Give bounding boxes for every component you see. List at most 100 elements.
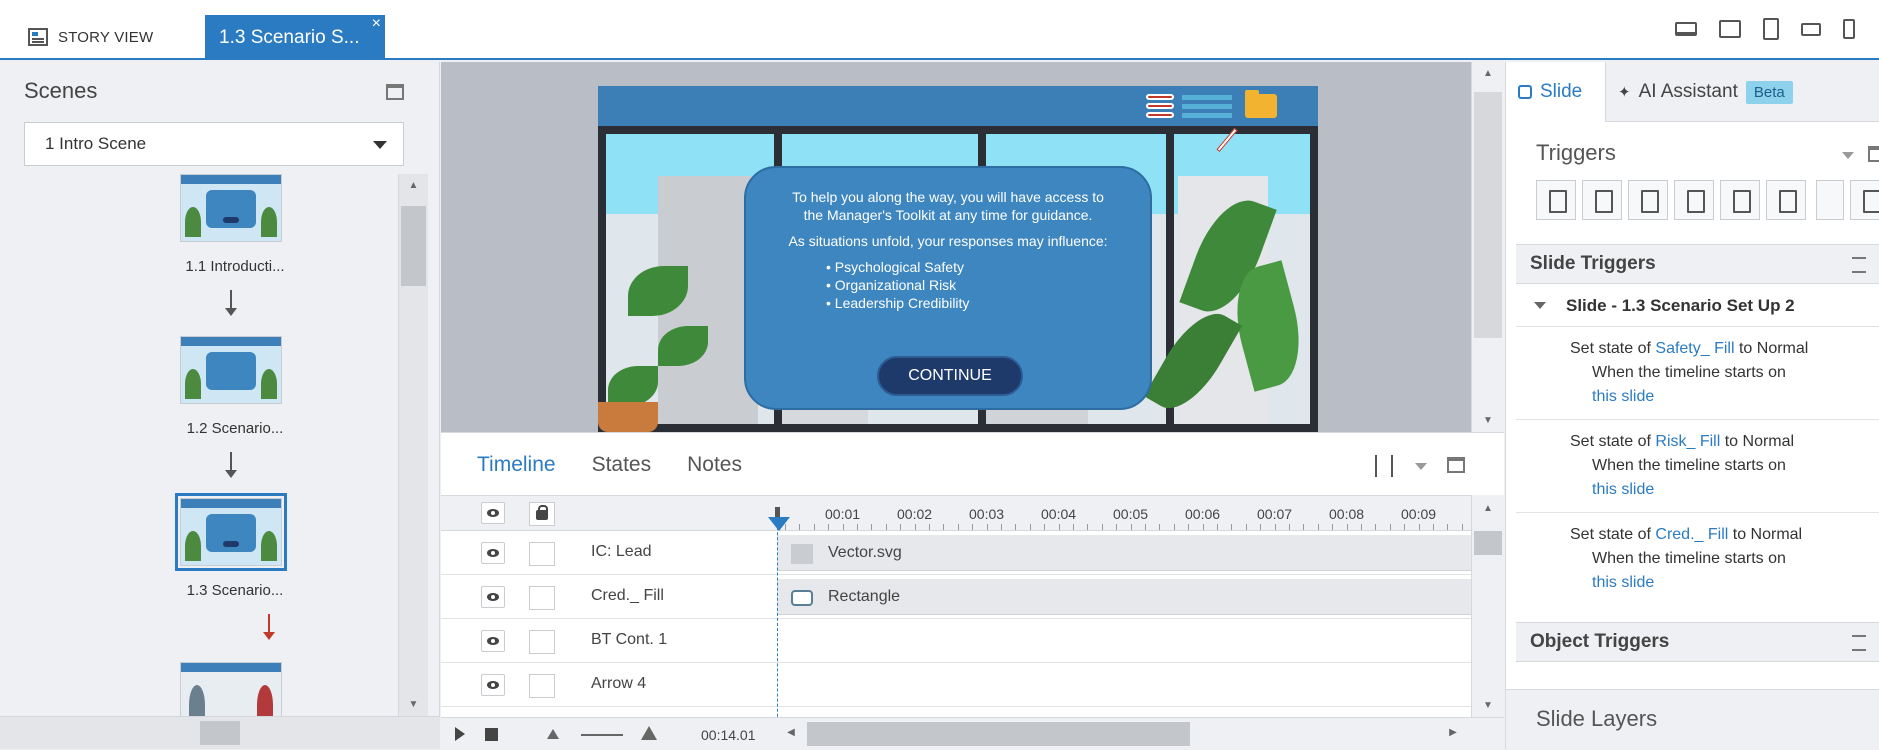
scroll-thumb[interactable] — [401, 206, 426, 286]
slide-list-scrollbar[interactable]: ▲ ▼ — [398, 174, 428, 716]
scroll-up-icon[interactable]: ▲ — [1483, 68, 1493, 79]
maximize-panel-icon[interactable] — [1868, 146, 1879, 162]
timeline-vscrollbar[interactable]: ▲ ▼ — [1471, 495, 1504, 717]
ruler-tick — [828, 524, 830, 530]
paste-trigger-icon[interactable] — [1674, 180, 1714, 220]
scene-dropdown[interactable]: 1 Intro Scene — [24, 122, 404, 166]
lock-icon — [536, 505, 548, 520]
trigger-object-link[interactable]: Cred._ Fill — [1655, 526, 1728, 543]
folder-icon[interactable] — [1245, 90, 1277, 118]
chevron-down-icon[interactable] — [1842, 152, 1854, 159]
scroll-thumb[interactable] — [1474, 92, 1502, 338]
eye-icon[interactable] — [481, 542, 505, 564]
collapse-icon[interactable] — [1852, 635, 1866, 651]
arrow-down-icon — [263, 614, 275, 640]
slide-list-hscrollbar[interactable] — [0, 716, 440, 749]
scroll-down-icon[interactable]: ▼ — [1483, 415, 1493, 426]
trigger-target-link[interactable]: this slide — [1592, 574, 1654, 591]
slide-tab-active[interactable]: 1.3 Scenario S... × — [205, 15, 385, 60]
slide-tab-label: 1.3 Scenario S... — [219, 26, 360, 48]
trigger-checkbox[interactable] — [1816, 180, 1844, 220]
move-trigger-icon[interactable] — [1766, 180, 1806, 220]
trigger-text: on — [1763, 457, 1786, 474]
continue-button[interactable]: CONTINUE — [877, 356, 1023, 396]
timeline-bar[interactable]: Rectangle — [777, 579, 1471, 615]
copy-trigger-icon[interactable] — [1628, 180, 1668, 220]
timeline-bar[interactable]: Vector.svg — [777, 535, 1471, 571]
close-icon[interactable]: × — [372, 15, 381, 33]
play-icon[interactable] — [455, 727, 465, 741]
lock-checkbox[interactable] — [529, 674, 555, 698]
tab-states[interactable]: States — [592, 453, 652, 477]
edit-trigger-icon[interactable] — [1582, 180, 1622, 220]
trigger-target-link[interactable]: this slide — [1592, 481, 1654, 498]
scroll-left-icon[interactable]: ◀ — [787, 727, 795, 738]
slide-layers-header[interactable]: Slide Layers — [1506, 689, 1879, 749]
slide-triggers-header[interactable]: Slide Triggers — [1516, 244, 1879, 284]
tablet-portrait-icon[interactable] — [1763, 18, 1779, 40]
slide-thumbnail-1-2[interactable] — [180, 336, 282, 404]
slide-thumbnail-1-3[interactable] — [175, 493, 287, 571]
new-trigger-icon[interactable] — [1536, 180, 1576, 220]
lock-checkbox[interactable] — [529, 630, 555, 654]
timeline-row[interactable]: Cred._ Fill Rectangle — [441, 575, 1471, 619]
eye-icon[interactable] — [481, 674, 505, 696]
phone-portrait-icon[interactable] — [1843, 19, 1855, 39]
desktop-preview-icon[interactable] — [1675, 22, 1697, 36]
phone-landscape-icon[interactable] — [1801, 22, 1821, 36]
timeline-row[interactable]: IC: Lead Vector.svg — [441, 531, 1471, 575]
zoom-slider[interactable] — [581, 734, 623, 736]
object-triggers-header[interactable]: Object Triggers — [1516, 622, 1879, 662]
scroll-up-icon[interactable]: ▲ — [1483, 503, 1493, 514]
lock-checkbox[interactable] — [529, 542, 555, 566]
trigger-object-link[interactable]: Risk_ Fill — [1655, 433, 1720, 450]
zoom-out-icon[interactable] — [547, 729, 559, 739]
scroll-right-icon[interactable]: ▶ — [1449, 727, 1457, 738]
stage-scrollbar[interactable]: ▲ ▼ — [1471, 62, 1504, 432]
eye-icon[interactable] — [481, 586, 505, 608]
slide-thumbnail-1-1[interactable] — [180, 174, 282, 242]
row-object-name: IC: Lead — [591, 543, 652, 560]
tab-notes[interactable]: Notes — [687, 453, 742, 477]
toolkit-list-icon[interactable] — [1146, 92, 1238, 122]
stop-icon[interactable] — [485, 728, 498, 741]
tab-ai-assistant[interactable]: ✦ AI Assistant Beta — [1618, 62, 1793, 122]
scroll-up-icon[interactable]: ▲ — [409, 180, 419, 191]
trigger-item[interactable]: Set state of Risk_ Fill to Normal When t… — [1516, 419, 1879, 512]
scroll-down-icon[interactable]: ▼ — [1483, 700, 1493, 711]
trigger-event[interactable]: timeline starts — [1665, 364, 1764, 381]
slide-thumbnail-1-4[interactable] — [180, 662, 282, 724]
eye-icon[interactable] — [481, 502, 505, 524]
ruler-tick — [1231, 524, 1233, 530]
scroll-down-icon[interactable]: ▼ — [409, 699, 419, 710]
collapse-icon[interactable] — [1852, 257, 1866, 273]
trigger-object-link[interactable]: Safety_ Fill — [1655, 340, 1734, 357]
trigger-event[interactable]: timeline starts — [1665, 550, 1764, 567]
playhead-marker[interactable] — [768, 517, 790, 531]
hscroll-thumb[interactable] — [200, 721, 240, 745]
trigger-item[interactable]: Set state of Cred._ Fill to Normal When … — [1516, 512, 1879, 605]
lock-all-button[interactable] — [529, 502, 555, 526]
timeline-row[interactable]: BT Cont. 1 — [441, 619, 1471, 663]
scroll-thumb[interactable] — [1474, 531, 1502, 555]
trigger-item[interactable]: Set state of Safety_ Fill to Normal When… — [1516, 326, 1879, 419]
tab-timeline[interactable]: Timeline — [477, 453, 556, 477]
story-view-tab[interactable]: STORY VIEW — [28, 22, 153, 52]
trigger-target-link[interactable]: this slide — [1592, 388, 1654, 405]
maximize-panel-icon[interactable] — [386, 84, 404, 100]
chevron-down-icon[interactable] — [1415, 463, 1427, 470]
trigger-group-title[interactable]: Slide - 1.3 Scenario Set Up 2 — [1516, 286, 1879, 326]
align-icon[interactable] — [1375, 455, 1393, 477]
variables-icon[interactable] — [1850, 180, 1879, 220]
slide-canvas[interactable]: To help you along the way, you will have… — [598, 86, 1318, 432]
lock-checkbox[interactable] — [529, 586, 555, 610]
maximize-panel-icon[interactable] — [1447, 457, 1465, 473]
hscroll-thumb[interactable] — [807, 722, 1190, 746]
trigger-event[interactable]: timeline starts — [1665, 457, 1764, 474]
delete-trigger-icon[interactable] — [1720, 180, 1760, 220]
zoom-in-icon[interactable] — [641, 726, 657, 740]
tab-slide[interactable]: Slide — [1506, 62, 1606, 122]
timeline-row[interactable]: Arrow 4 — [441, 663, 1471, 707]
tablet-landscape-icon[interactable] — [1719, 20, 1741, 38]
eye-icon[interactable] — [481, 630, 505, 652]
